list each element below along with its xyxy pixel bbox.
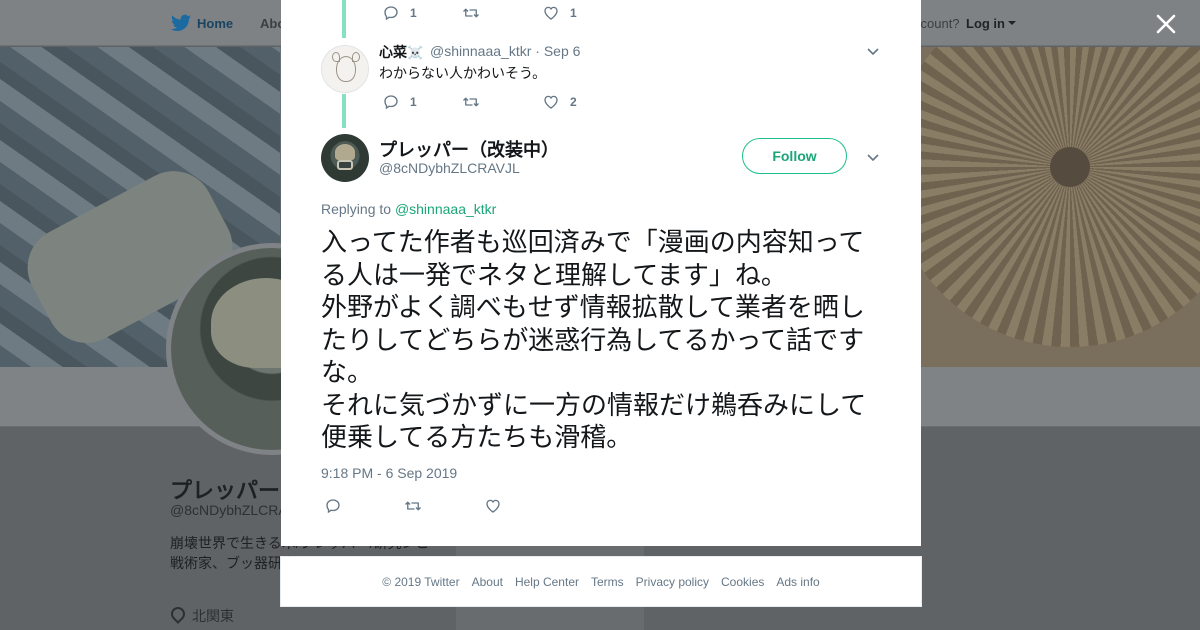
like-icon [544, 6, 558, 20]
like-action[interactable]: 1 [542, 4, 622, 22]
footer-copyright: © 2019 Twitter [382, 574, 460, 589]
reply-action[interactable]: 1 [382, 93, 462, 111]
chevron-down-icon [867, 48, 879, 56]
like-action[interactable]: 2 [542, 93, 622, 111]
reply-more-button[interactable] [865, 43, 881, 59]
profile-location: 北関東 [192, 608, 234, 624]
main-tweet-text: 入ってた作者も巡回済みで「漫画の内容知ってる人は一発でネタと理解してます」ね。 … [321, 228, 867, 453]
banner-hat-center [1050, 147, 1090, 187]
retweet-icon [463, 97, 479, 107]
reply-author-name[interactable]: 心菜☠️ [379, 42, 423, 62]
thread-connector [342, 0, 346, 38]
replying-to: Replying to @shinnaaa_ktkr [321, 201, 496, 217]
footer-link-privacy-policy[interactable]: Privacy policy [636, 575, 709, 589]
like-icon [486, 499, 500, 513]
login-link[interactable]: Log in [966, 16, 1005, 31]
main-author-name[interactable]: プレッパー（改装中） [379, 136, 559, 162]
close-icon [1156, 14, 1176, 34]
prev-tweet-actions: 1 1 [382, 4, 622, 22]
reply-author-handle[interactable]: @shinnaaa_ktkr · Sep 6 [430, 43, 580, 59]
like-icon [544, 95, 558, 109]
like-action[interactable] [484, 497, 564, 515]
reply-author-label: 心菜 [379, 44, 407, 60]
footer-link-terms[interactable]: Terms [591, 575, 624, 589]
reply-avatar[interactable] [321, 45, 369, 93]
main-more-button[interactable] [865, 149, 881, 165]
reply-icon [384, 95, 398, 110]
reply-action[interactable]: 1 [382, 4, 462, 22]
retweet-icon [405, 501, 421, 511]
main-author-avatar[interactable] [321, 134, 369, 182]
reply-tweet-actions: 1 2 [382, 93, 622, 111]
nav-home-link[interactable]: Home [197, 16, 233, 31]
profile-handle: @8cNDybhZLCRA [170, 502, 288, 518]
footer-link-ads-info[interactable]: Ads info [776, 575, 819, 589]
footer-link-cookies[interactable]: Cookies [721, 575, 764, 589]
reply-icon [384, 6, 398, 21]
main-tweet-actions [324, 497, 564, 515]
avatar-gasmask [337, 160, 353, 170]
reply-icon [326, 499, 340, 514]
follow-button[interactable]: Follow [742, 138, 847, 174]
reply-tweet-text: わからない人かわいそう。 [379, 65, 547, 81]
replying-prefix: Replying to [321, 201, 395, 217]
reply-count: 1 [410, 6, 417, 20]
footer-link-help-center[interactable]: Help Center [515, 575, 579, 589]
chevron-down-icon [867, 154, 879, 162]
reply-action[interactable] [324, 497, 404, 515]
twitter-bird-icon[interactable] [171, 14, 191, 32]
thread-connector [342, 94, 346, 128]
modal-footer: © 2019 Twitter About Help Center Terms P… [280, 556, 922, 607]
like-count: 1 [570, 6, 577, 20]
replying-to-link[interactable]: @shinnaaa_ktkr [395, 201, 496, 217]
tweet-timestamp[interactable]: 9:18 PM - 6 Sep 2019 [321, 465, 457, 481]
profile-name: プレッパー [170, 478, 281, 503]
reply-count: 1 [410, 95, 417, 109]
retweet-icon [463, 8, 479, 18]
retweet-action[interactable] [462, 93, 542, 111]
login-caret-icon[interactable] [1008, 21, 1016, 25]
avatar-face [336, 56, 356, 82]
footer-link-about[interactable]: About [472, 575, 503, 589]
retweet-action[interactable] [462, 4, 542, 22]
main-author-handle[interactable]: @8cNDybhZLCRAVJL [379, 160, 520, 176]
close-button[interactable] [1152, 10, 1180, 38]
avatar-helmet [335, 144, 355, 160]
like-count: 2 [570, 95, 577, 109]
skull-emoji-icon: ☠️ [407, 46, 424, 61]
retweet-action[interactable] [404, 497, 484, 515]
tweet-modal: 1 1 心菜☠️ @shinnaaa_ktkr · Sep 6 わからない人かわ… [281, 0, 921, 546]
